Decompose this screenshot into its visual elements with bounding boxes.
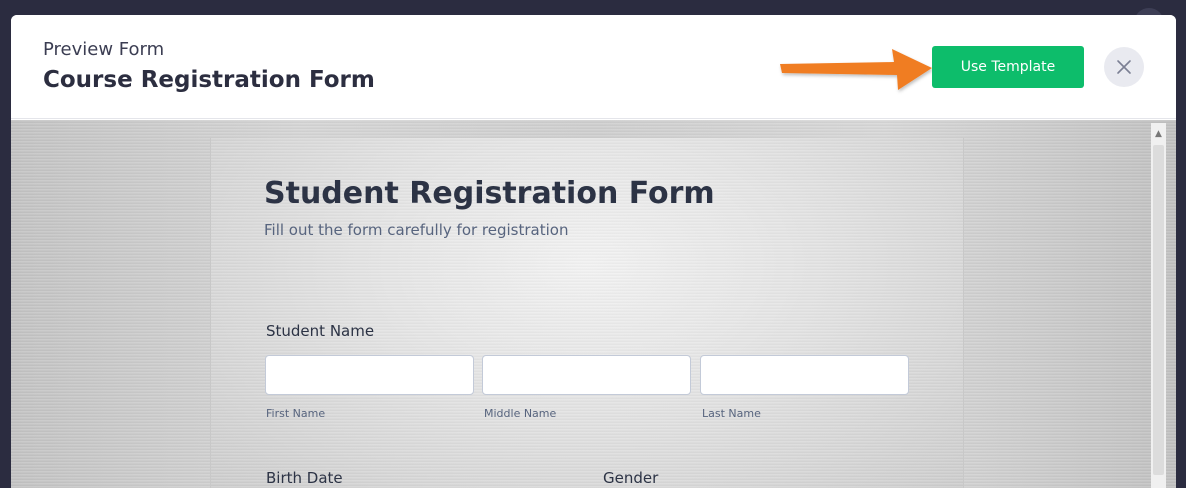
close-icon <box>1117 60 1131 74</box>
preview-modal: Preview Form Course Registration Form Us… <box>11 15 1176 488</box>
form-preview-area: Student Registration Form Fill out the f… <box>11 120 1176 488</box>
first-name-input[interactable] <box>265 355 474 395</box>
modal-title: Course Registration Form <box>43 67 375 93</box>
modal-subtitle: Preview Form <box>43 39 165 60</box>
scrollbar[interactable]: ▲ <box>1151 123 1166 488</box>
student-name-label: Student Name <box>266 322 375 340</box>
middle-name-sublabel: Middle Name <box>484 407 557 420</box>
last-name-input[interactable] <box>700 355 909 395</box>
scroll-thumb[interactable] <box>1153 145 1164 475</box>
last-name-sublabel: Last Name <box>702 407 761 420</box>
form-subtitle: Fill out the form carefully for registra… <box>264 221 569 239</box>
scroll-up-icon[interactable]: ▲ <box>1151 127 1166 141</box>
middle-name-input[interactable] <box>482 355 691 395</box>
use-template-button[interactable]: Use Template <box>932 46 1084 88</box>
modal-header: Preview Form Course Registration Form Us… <box>11 15 1176 119</box>
birth-date-label: Birth Date <box>266 469 343 487</box>
form-title: Student Registration Form <box>264 176 715 211</box>
form-card: Student Registration Form Fill out the f… <box>210 138 964 488</box>
close-button[interactable] <box>1104 47 1144 87</box>
arrow-icon <box>780 49 932 90</box>
first-name-sublabel: First Name <box>266 407 326 420</box>
gender-label: Gender <box>603 469 659 487</box>
